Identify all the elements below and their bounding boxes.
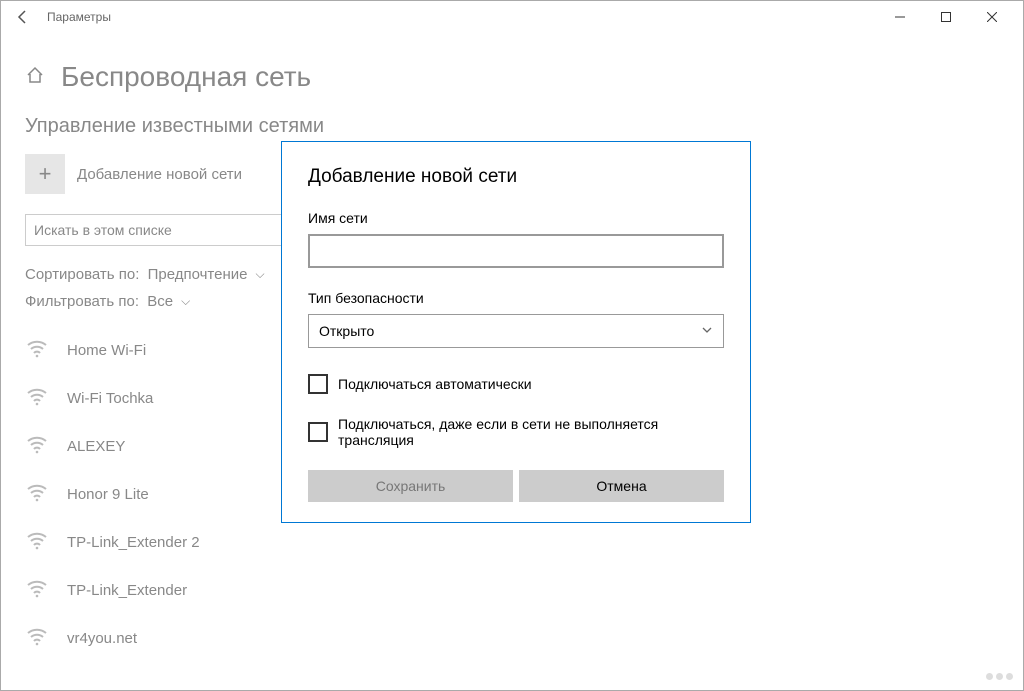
wifi-icon	[25, 576, 59, 605]
network-name: Home Wi-Fi	[67, 342, 146, 359]
window-title: Параметры	[47, 10, 877, 24]
checkbox-icon[interactable]	[308, 422, 328, 442]
wifi-icon	[25, 480, 59, 509]
page-title: Беспроводная сеть	[61, 61, 311, 93]
checkbox-icon[interactable]	[308, 374, 328, 394]
auto-connect-checkbox-row[interactable]: Подключаться автоматически	[308, 374, 724, 394]
wifi-icon	[25, 528, 59, 557]
page-header: Беспроводная сеть	[1, 33, 1023, 103]
connect-hidden-checkbox-row[interactable]: Подключаться, даже если в сети не выполн…	[308, 416, 724, 448]
minimize-button[interactable]	[877, 1, 923, 33]
security-type-label: Тип безопасности	[308, 290, 724, 306]
wifi-icon	[25, 384, 59, 413]
section-heading: Управление известными сетями	[25, 115, 999, 138]
network-name: vr4you.net	[67, 630, 137, 647]
network-name: Wi-Fi Tochka	[67, 390, 153, 407]
network-name: Honor 9 Lite	[67, 486, 149, 503]
add-network-label: Добавление новой сети	[77, 166, 242, 183]
plus-icon: +	[25, 154, 65, 194]
chevron-down-icon	[701, 323, 713, 339]
security-type-value: Открыто	[319, 323, 374, 339]
watermark-dots	[986, 673, 1013, 680]
wifi-icon	[25, 336, 59, 365]
maximize-button[interactable]	[923, 1, 969, 33]
chevron-down-icon: ⌵	[255, 267, 264, 282]
network-item[interactable]: vr4you.net	[25, 614, 999, 662]
filter-label: Фильтровать по:	[25, 293, 139, 310]
add-network-dialog: Добавление новой сети Имя сети Тип безоп…	[281, 141, 751, 523]
network-name-input[interactable]	[308, 234, 724, 268]
network-name: TP-Link_Extender	[67, 582, 187, 599]
filter-value: Все	[147, 293, 173, 310]
network-name-label: Имя сети	[308, 210, 724, 226]
wifi-icon	[25, 624, 59, 653]
connect-hidden-label: Подключаться, даже если в сети не выполн…	[338, 416, 724, 448]
save-button[interactable]: Сохранить	[308, 470, 513, 502]
cancel-button[interactable]: Отмена	[519, 470, 724, 502]
close-button[interactable]	[969, 1, 1015, 33]
sort-value: Предпочтение	[148, 266, 248, 283]
titlebar: Параметры	[1, 1, 1023, 33]
network-item[interactable]: TP-Link_Extender	[25, 566, 999, 614]
wifi-icon	[25, 432, 59, 461]
security-type-select[interactable]: Открыто	[308, 314, 724, 348]
chevron-down-icon: ⌵	[181, 294, 190, 309]
network-name: ALEXEY	[67, 438, 125, 455]
dialog-title: Добавление новой сети	[308, 166, 724, 188]
back-button[interactable]	[9, 3, 37, 31]
auto-connect-label: Подключаться автоматически	[338, 376, 532, 392]
sort-label: Сортировать по:	[25, 266, 139, 283]
network-item[interactable]: TP-Link_Extender 2	[25, 518, 999, 566]
search-input[interactable]: Искать в этом списке	[25, 214, 285, 246]
search-placeholder-text: Искать в этом списке	[34, 222, 172, 238]
network-name: TP-Link_Extender 2	[67, 534, 200, 551]
home-icon[interactable]	[25, 65, 45, 90]
